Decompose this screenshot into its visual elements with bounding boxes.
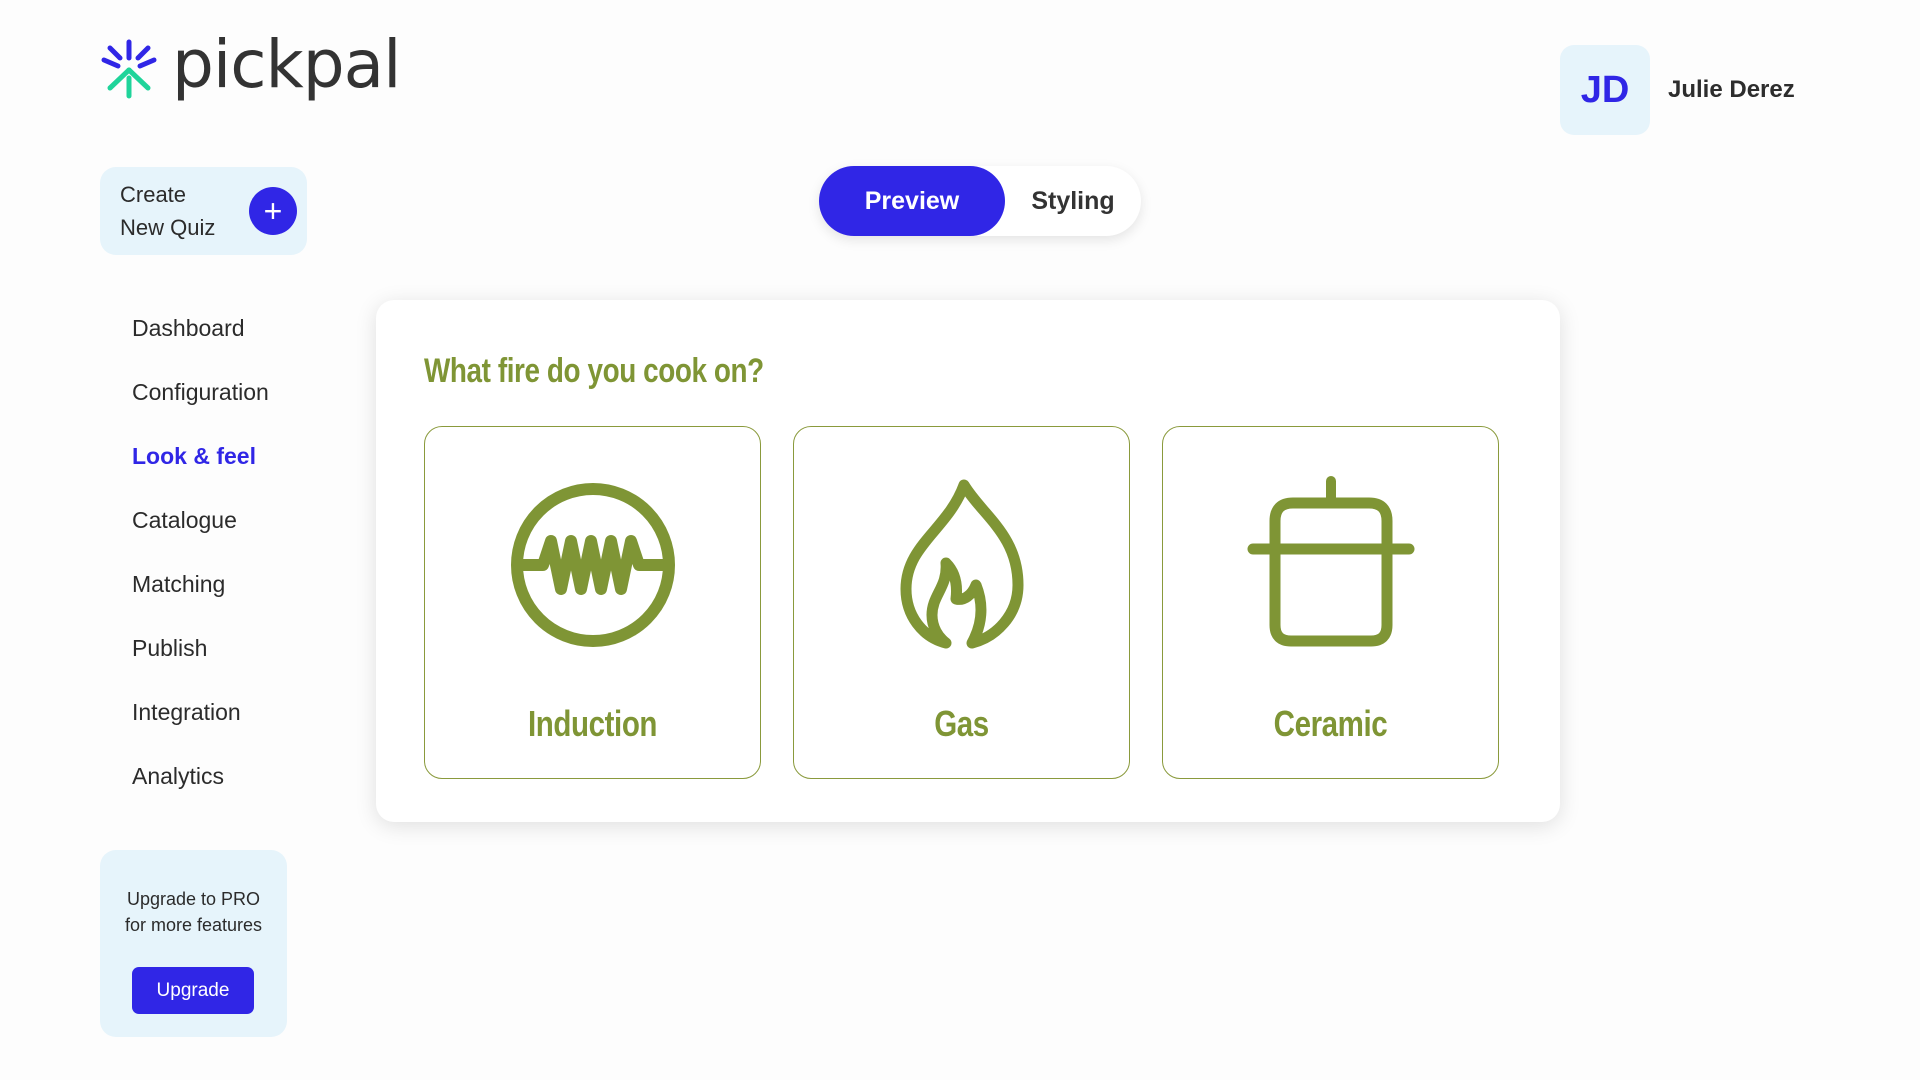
user-name: Julie Derez bbox=[1668, 76, 1795, 103]
create-new-quiz-button[interactable]: Create New Quiz + bbox=[100, 167, 307, 255]
flame-icon bbox=[900, 479, 1023, 649]
upgrade-text-line1: Upgrade to PRO bbox=[126, 889, 261, 909]
tab-styling[interactable]: Styling bbox=[1005, 166, 1141, 236]
sidebar-item-dashboard[interactable]: Dashboard bbox=[132, 296, 269, 360]
quiz-question: What fire do you cook on? bbox=[424, 352, 764, 390]
create-quiz-label: Create New Quiz bbox=[120, 178, 230, 244]
pickpal-logo[interactable]: pickpal bbox=[98, 32, 401, 100]
brand-name: pickpal bbox=[172, 26, 401, 103]
sidebar-nav: Dashboard Configuration Look & feel Cata… bbox=[132, 296, 269, 808]
quiz-preview-card: What fire do you cook on? Induction Gas … bbox=[376, 300, 1560, 822]
sidebar-item-analytics[interactable]: Analytics bbox=[132, 744, 269, 808]
option-gas[interactable]: Gas bbox=[793, 426, 1130, 779]
create-quiz-label-line2: New Quiz bbox=[120, 215, 216, 240]
user-profile[interactable]: JD Julie Derez bbox=[1560, 45, 1795, 135]
sidebar-item-integration[interactable]: Integration bbox=[132, 680, 269, 744]
induction-icon bbox=[510, 483, 675, 647]
pot-icon bbox=[1247, 476, 1414, 647]
upgrade-text-line2: for more features bbox=[124, 915, 263, 935]
sidebar-item-configuration[interactable]: Configuration bbox=[132, 360, 269, 424]
sidebar-item-publish[interactable]: Publish bbox=[132, 616, 269, 680]
tab-preview[interactable]: Preview bbox=[819, 166, 1005, 236]
sidebar-item-catalogue[interactable]: Catalogue bbox=[132, 488, 269, 552]
avatar[interactable]: JD bbox=[1560, 45, 1650, 135]
option-label: Induction bbox=[527, 703, 658, 744]
view-toggle: Preview Styling bbox=[819, 166, 1141, 236]
option-induction[interactable]: Induction bbox=[424, 426, 761, 779]
option-label: Gas bbox=[934, 703, 989, 744]
option-label: Ceramic bbox=[1273, 703, 1388, 744]
sparkle-logo-icon bbox=[101, 39, 157, 99]
upgrade-text: Upgrade to PRO for more features bbox=[100, 886, 287, 938]
upgrade-button[interactable]: Upgrade bbox=[132, 967, 254, 1014]
sidebar-item-look-and-feel[interactable]: Look & feel bbox=[132, 424, 269, 488]
option-ceramic[interactable]: Ceramic bbox=[1162, 426, 1499, 779]
create-quiz-label-line1: Create bbox=[120, 182, 187, 207]
plus-icon[interactable]: + bbox=[249, 187, 297, 235]
upgrade-panel: Upgrade to PRO for more features Upgrade bbox=[100, 850, 287, 1037]
sidebar-item-matching[interactable]: Matching bbox=[132, 552, 269, 616]
